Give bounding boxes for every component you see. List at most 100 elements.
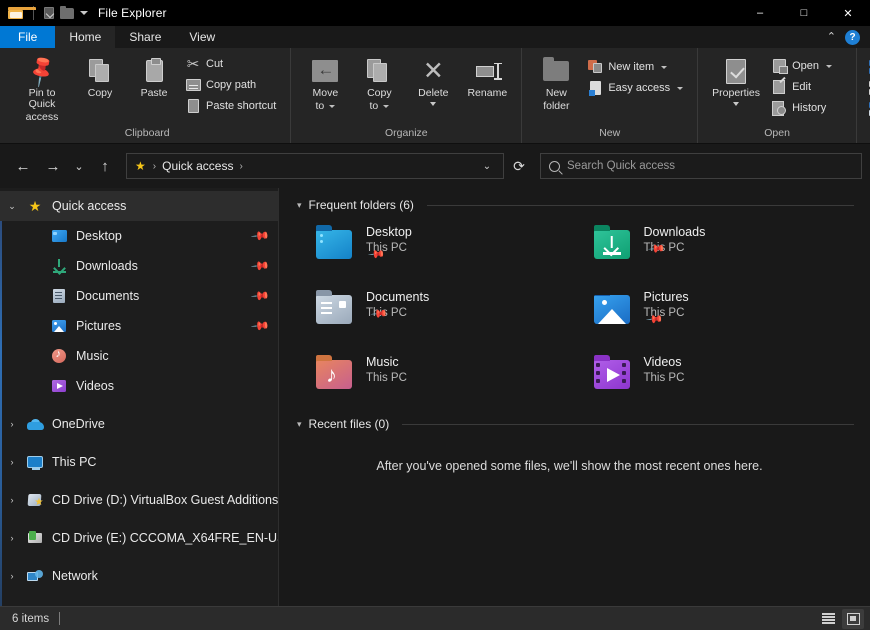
chevron-down-icon[interactable] xyxy=(733,102,740,106)
chevron-down-icon[interactable] xyxy=(383,105,390,108)
sidebar-item-desktop[interactable]: Desktop 📌 xyxy=(0,221,278,251)
pin-icon: 📌 xyxy=(23,52,61,89)
chevron-down-icon[interactable]: ▾ xyxy=(297,419,302,430)
sidebar-item-network[interactable]: › Network xyxy=(0,561,278,591)
forward-button[interactable]: → xyxy=(38,151,68,181)
maximize-button[interactable]: □ xyxy=(782,0,826,26)
new-folder-button[interactable]: New folder xyxy=(530,53,582,115)
properties-icon[interactable] xyxy=(44,7,54,19)
customize-caret-icon[interactable] xyxy=(80,11,88,15)
easy-access-button[interactable]: Easy access xyxy=(584,78,689,98)
back-button[interactable]: ← xyxy=(8,151,38,181)
history-icon xyxy=(771,100,787,116)
scissors-icon: ✂ xyxy=(186,56,200,73)
chevron-right-icon[interactable]: › xyxy=(0,419,24,429)
button-label: Copy xyxy=(367,87,392,99)
sidebar-item-this-pc[interactable]: › This PC xyxy=(0,447,278,477)
sidebar-item-label: Videos xyxy=(76,379,114,393)
folder-item-pictures[interactable]: Pictures This PC 📌 xyxy=(589,286,855,340)
copy-to-button[interactable]: Copy to xyxy=(353,53,405,115)
sidebar-item-downloads[interactable]: Downloads 📌 xyxy=(0,251,278,281)
invert-selection-button[interactable]: Invert selection xyxy=(865,99,870,119)
pin-icon[interactable]: 📌 xyxy=(250,226,270,246)
chevron-right-icon[interactable]: › xyxy=(0,571,24,581)
chevron-down-icon[interactable] xyxy=(677,86,684,90)
folder-item-documents[interactable]: Documents This PC 📌 xyxy=(311,286,577,340)
copy-path-button[interactable]: Copy path xyxy=(182,75,282,95)
pin-icon[interactable]: 📌 xyxy=(250,286,270,306)
button-label-2: folder xyxy=(543,100,570,112)
details-view-icon[interactable] xyxy=(817,609,839,629)
help-icon[interactable]: ? xyxy=(845,29,860,45)
history-button[interactable]: History xyxy=(768,98,848,118)
tab-view[interactable]: View xyxy=(175,26,229,48)
recent-files-header[interactable]: ▾ Recent files (0) xyxy=(289,396,870,431)
folder-icon[interactable] xyxy=(8,7,36,19)
rename-button[interactable]: Rename xyxy=(461,53,513,102)
chevron-right-icon[interactable]: › xyxy=(0,457,24,467)
folder-item-videos[interactable]: Videos This PC xyxy=(589,351,855,396)
sidebar-item-music[interactable]: Music xyxy=(0,341,278,371)
chevron-down-icon[interactable] xyxy=(430,102,437,106)
properties-button[interactable]: Properties xyxy=(706,53,766,109)
folder-item-desktop[interactable]: Desktop This PC 📌 xyxy=(311,221,577,275)
frequent-folders-header[interactable]: ▾ Frequent folders (6) xyxy=(289,188,870,212)
move-to-button[interactable]: Move to xyxy=(299,53,351,115)
status-bar: 6 items xyxy=(0,606,870,630)
chevron-down-icon[interactable] xyxy=(329,105,336,108)
chevron-down-icon[interactable]: ⌄ xyxy=(0,201,24,212)
chevron-down-icon[interactable] xyxy=(661,65,668,69)
close-button[interactable]: ✕ xyxy=(826,0,870,26)
sidebar-item-documents[interactable]: Documents 📌 xyxy=(0,281,278,311)
edit-button[interactable]: Edit xyxy=(768,77,848,97)
open-button[interactable]: Open xyxy=(768,56,848,76)
ribbon-group-open: Properties Open Edit History Open xyxy=(697,48,856,143)
address-bar[interactable]: ★ › Quick access › ⌄ xyxy=(126,153,504,179)
ribbon-tab-bar: File Home Share View ⌃ ? xyxy=(0,26,870,48)
folder-item-downloads[interactable]: Downloads This PC 📌 xyxy=(589,221,855,275)
paste-button[interactable]: Paste xyxy=(128,53,180,102)
pin-icon[interactable]: 📌 xyxy=(250,316,270,336)
select-all-button[interactable]: Select all xyxy=(865,57,870,77)
address-dropdown-icon[interactable]: ⌄ xyxy=(475,155,499,177)
new-item-icon xyxy=(587,59,603,75)
collapse-ribbon-icon[interactable]: ⌃ xyxy=(827,31,836,43)
up-button[interactable]: ↑ xyxy=(90,151,120,181)
chevron-right-icon[interactable]: › xyxy=(0,533,24,543)
select-none-button[interactable]: Select none xyxy=(865,78,870,98)
ribbon-group-organize: Move to Copy to ✕ Delete xyxy=(290,48,521,143)
sidebar-item-onedrive[interactable]: › OneDrive xyxy=(0,409,278,439)
pin-icon[interactable]: 📌 xyxy=(250,256,270,276)
tab-file[interactable]: File xyxy=(0,26,56,48)
button-label: History xyxy=(792,102,827,114)
new-folder-icon[interactable] xyxy=(60,5,74,19)
chevron-down-icon[interactable] xyxy=(826,64,832,68)
sidebar-item-quick-access[interactable]: ⌄ ★ Quick access xyxy=(0,191,278,221)
chevron-right-icon[interactable]: › xyxy=(0,495,24,505)
cut-button[interactable]: ✂ Cut xyxy=(182,54,282,74)
tab-home[interactable]: Home xyxy=(55,26,116,48)
sidebar-item-cd-drive-d[interactable]: › ★ CD Drive (D:) VirtualBox Guest Addit… xyxy=(0,485,279,515)
folder-item-music[interactable]: ♪ Music This PC xyxy=(311,351,577,396)
status-divider xyxy=(59,612,61,625)
search-box[interactable]: Search Quick access xyxy=(540,153,862,179)
copy-to-icon xyxy=(367,56,391,86)
large-icons-view-icon[interactable] xyxy=(842,608,864,629)
paste-shortcut-button[interactable]: Paste shortcut xyxy=(182,96,282,116)
search-input[interactable]: Search Quick access xyxy=(567,160,675,172)
navigation-pane: ⌄ ★ Quick access Desktop 📌 Downloads 📌 D… xyxy=(0,188,279,606)
breadcrumb-quick-access[interactable]: Quick access xyxy=(158,158,237,174)
pin-to-quick-access-button[interactable]: 📌 Pin to Quick access xyxy=(12,52,72,126)
chevron-down-icon[interactable]: ▾ xyxy=(297,200,302,211)
delete-button[interactable]: ✕ Delete xyxy=(407,53,459,109)
new-item-button[interactable]: New item xyxy=(584,57,689,77)
minimize-button[interactable]: – xyxy=(738,0,782,26)
breadcrumb-separator-2[interactable]: › xyxy=(237,161,244,172)
refresh-button[interactable]: ⟳ xyxy=(506,153,532,179)
tab-share[interactable]: Share xyxy=(115,26,175,48)
sidebar-item-cd-drive-e[interactable]: › CD Drive (E:) CCCOMA_X64FRE_EN-US_DV9 xyxy=(0,523,278,553)
sidebar-item-pictures[interactable]: Pictures 📌 xyxy=(0,311,278,341)
sidebar-item-videos[interactable]: Videos xyxy=(0,371,278,401)
recent-locations-button[interactable]: ⌄ xyxy=(68,151,90,181)
copy-button[interactable]: Copy xyxy=(74,53,126,102)
